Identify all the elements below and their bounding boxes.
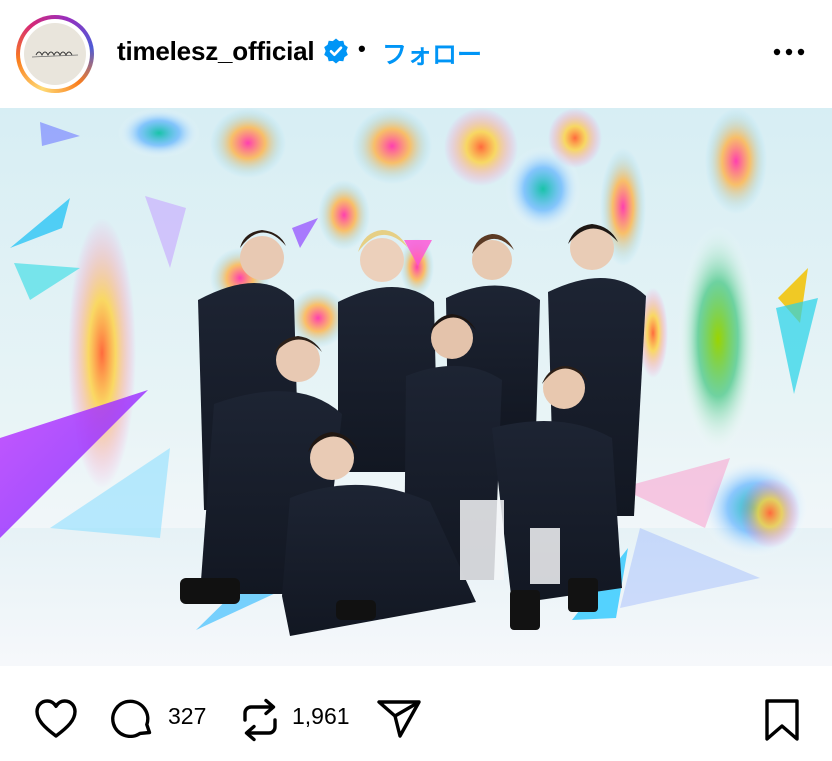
instagram-post: timelesz_official • フォロー 327 1,961 xyxy=(0,0,832,761)
bookmark-icon[interactable] xyxy=(764,698,800,742)
timelesz-logo xyxy=(31,51,79,58)
avatar-story-ring[interactable] xyxy=(16,15,94,93)
reposts-count: 1,961 xyxy=(292,703,350,729)
group-photo-image xyxy=(0,108,832,666)
heart-icon[interactable] xyxy=(34,698,78,740)
username[interactable]: timelesz_official xyxy=(117,36,315,67)
share-icon[interactable] xyxy=(376,698,422,740)
comments-count: 327 xyxy=(168,703,207,729)
more-options-icon[interactable] xyxy=(772,40,806,64)
comment-icon[interactable] xyxy=(110,698,154,742)
repost-icon[interactable] xyxy=(240,698,280,742)
post-header: timelesz_official • フォロー xyxy=(0,0,832,108)
separator-dot: • xyxy=(358,36,366,61)
post-actions-bar: 327 1,961 xyxy=(0,666,832,761)
verified-badge-icon xyxy=(324,38,348,64)
avatar xyxy=(24,23,86,85)
follow-button[interactable]: フォロー xyxy=(382,35,482,71)
post-photo[interactable] xyxy=(0,108,832,666)
